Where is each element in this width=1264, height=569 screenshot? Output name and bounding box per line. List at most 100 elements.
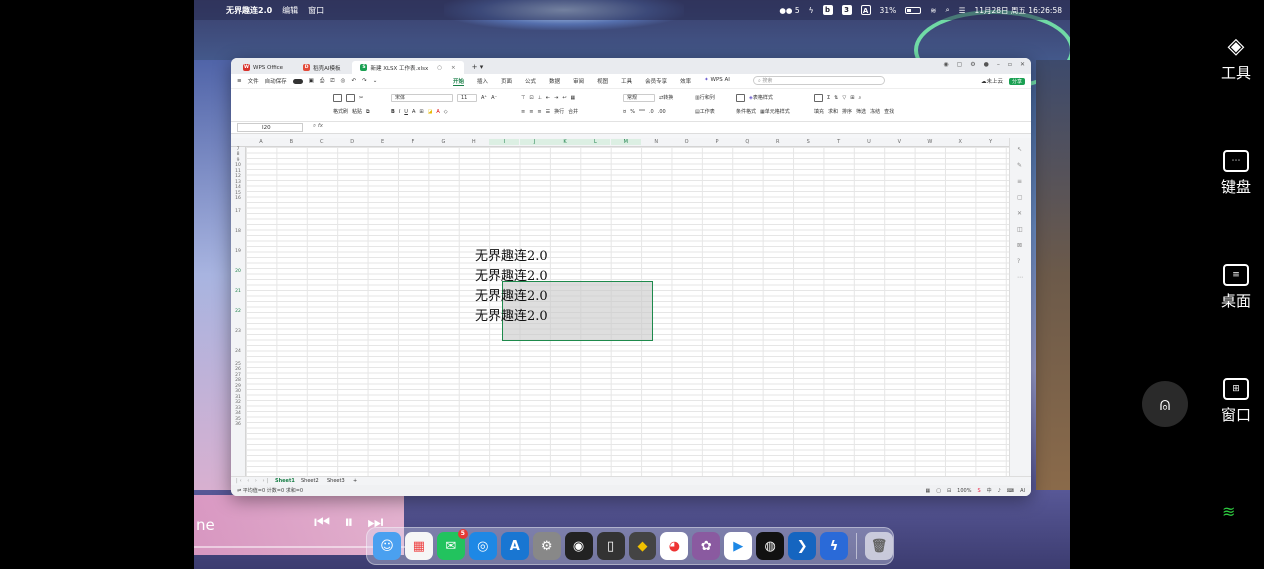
control-center-icon[interactable]: ☰ bbox=[959, 6, 966, 15]
find-button[interactable]: 查找 bbox=[884, 108, 894, 115]
freeze-icon[interactable]: ⊞ bbox=[850, 95, 854, 101]
worksheet-button[interactable]: ▤工作表 bbox=[695, 108, 715, 115]
freeze-button[interactable]: 冻结 bbox=[870, 108, 880, 115]
style-icon[interactable]: ✎ bbox=[1017, 162, 1022, 169]
wechat-status-icon[interactable]: ●● 5 bbox=[779, 6, 799, 15]
b-status-icon[interactable]: b bbox=[822, 5, 833, 15]
wujie-app-icon[interactable]: ϟ bbox=[820, 532, 849, 560]
column-header-s[interactable]: S bbox=[793, 139, 823, 145]
font-color-icon[interactable]: A bbox=[436, 109, 439, 115]
column-header-w[interactable]: W bbox=[915, 139, 945, 145]
tab-docer-ai[interactable]: D 稻壳AI模板 bbox=[295, 61, 348, 74]
find-icon[interactable]: ⌕ bbox=[858, 95, 861, 101]
column-header-l[interactable]: L bbox=[580, 139, 611, 145]
row-header-12[interactable]: 12 bbox=[231, 174, 245, 179]
filter-button[interactable]: 筛选 bbox=[856, 108, 866, 115]
column-header-d[interactable]: D bbox=[337, 139, 367, 145]
spotlight-icon[interactable]: ⌕ bbox=[946, 5, 950, 15]
align-left-icon[interactable]: ≡ bbox=[521, 109, 525, 115]
wrap-button[interactable]: 换行 bbox=[554, 108, 564, 115]
merge-button[interactable]: 合并 bbox=[568, 108, 578, 115]
menu-hamburger-icon[interactable]: ≡ bbox=[237, 78, 242, 84]
column-header-m[interactable]: M bbox=[610, 139, 641, 145]
row-header-31[interactable]: 31 bbox=[231, 395, 245, 400]
tab-page[interactable]: 页面 bbox=[501, 77, 512, 86]
bold-icon[interactable]: B bbox=[391, 109, 395, 115]
safari-icon[interactable]: ◎ bbox=[468, 532, 497, 560]
border-icon[interactable]: ⊞ bbox=[419, 109, 423, 115]
row-header-19[interactable]: 19 bbox=[231, 249, 245, 254]
new-tab-icon[interactable]: + ▾ bbox=[472, 63, 484, 71]
indent-increase-icon[interactable]: ⇥ bbox=[554, 95, 558, 101]
tab-review[interactable]: 审阅 bbox=[573, 77, 584, 86]
preview-icon[interactable]: ◎ bbox=[341, 78, 346, 84]
cell-area[interactable]: 无界趣连2.0 无界趣连2.0 无界趣连2.0 无界趣连2.0 bbox=[246, 147, 1009, 476]
menu-edit[interactable]: 编辑 bbox=[282, 5, 298, 16]
thousands-icon[interactable]: ⁰⁰⁰ bbox=[639, 109, 645, 115]
cell-h21[interactable]: 无界趣连2.0 bbox=[475, 305, 548, 324]
row-header-27[interactable]: 27 bbox=[231, 373, 245, 378]
feishu-icon[interactable]: ❯ bbox=[788, 532, 817, 560]
align-middle-icon[interactable]: ⊡ bbox=[529, 95, 533, 101]
number-format-select[interactable]: 常规 bbox=[623, 93, 655, 102]
row-header-35[interactable]: 35 bbox=[231, 417, 245, 422]
wrap-icon[interactable]: ↩ bbox=[562, 95, 566, 101]
help-icon[interactable]: ? bbox=[1017, 258, 1020, 265]
ai-status-icon[interactable]: AI bbox=[1020, 488, 1025, 494]
zoom-level[interactable]: 100% bbox=[957, 488, 971, 494]
input-method-icon[interactable]: A bbox=[860, 5, 871, 15]
row-header-26[interactable]: 26 bbox=[231, 367, 245, 372]
format-painter-icon[interactable] bbox=[333, 93, 342, 102]
row-header-20[interactable]: 20 bbox=[231, 269, 245, 274]
bolt-status-icon[interactable]: ϟ bbox=[809, 6, 814, 15]
add-sheet-icon[interactable]: + bbox=[353, 478, 357, 484]
wechat-icon[interactable]: ✉ 5 bbox=[436, 529, 468, 560]
align-top-icon[interactable]: ⊤ bbox=[521, 95, 525, 101]
iphone-mirror-icon[interactable]: ▯ bbox=[596, 532, 625, 560]
column-header-q[interactable]: Q bbox=[732, 139, 762, 145]
column-header-i[interactable]: I bbox=[489, 139, 520, 145]
sheet-tab-1[interactable]: Sheet1 bbox=[275, 478, 295, 484]
merge-icon[interactable]: ▦ bbox=[571, 95, 576, 101]
paste-icon[interactable] bbox=[346, 93, 355, 102]
game-icon[interactable]: ◆ bbox=[628, 532, 657, 560]
column-header-t[interactable]: T bbox=[824, 139, 854, 145]
tab-xlsx-file[interactable]: S 新建 XLSX 工作表.xlsx ○ × bbox=[352, 61, 464, 74]
redo-icon[interactable]: ↷ bbox=[362, 78, 367, 84]
column-header-k[interactable]: K bbox=[550, 139, 580, 145]
fill-icon[interactable] bbox=[814, 93, 823, 102]
tools-button[interactable]: ◈ 工具 bbox=[1216, 36, 1256, 83]
row-header-28[interactable]: 28 bbox=[231, 378, 245, 383]
sheet-tab-3[interactable]: Sheet3 bbox=[327, 478, 345, 484]
format-painter-button[interactable]: 格式刷 bbox=[333, 108, 348, 115]
row-header-21[interactable]: 21 bbox=[231, 289, 245, 294]
strikethrough-icon[interactable]: A̶ bbox=[412, 109, 415, 115]
row-header-36[interactable]: 36 bbox=[231, 422, 245, 427]
distribute-icon[interactable]: ☰ bbox=[546, 109, 550, 115]
align-bottom-icon[interactable]: ⊥ bbox=[538, 95, 542, 101]
column-header-y[interactable]: Y bbox=[976, 139, 1006, 145]
appstore-icon[interactable]: A bbox=[500, 532, 529, 560]
play-icon[interactable]: ▶ bbox=[724, 532, 753, 560]
datetime[interactable]: 11月28日 周五 16:26:58 bbox=[974, 5, 1062, 16]
menu-app-name[interactable]: 无界趣连2.0 bbox=[226, 5, 272, 16]
more-icon[interactable]: ⋯ bbox=[1017, 274, 1023, 281]
column-header-h[interactable]: H bbox=[459, 139, 489, 145]
keyboard-icon[interactable]: ⌨ bbox=[1007, 488, 1014, 494]
convert-button[interactable]: ⇄转换 bbox=[659, 94, 673, 101]
paste-button[interactable]: 粘贴 bbox=[352, 108, 362, 115]
clear-format-icon[interactable]: ◇ bbox=[444, 109, 448, 115]
sogou-icon[interactable]: S bbox=[977, 488, 980, 494]
row-header-33[interactable]: 33 bbox=[231, 406, 245, 411]
trash-icon[interactable]: 🗑 bbox=[865, 532, 893, 560]
decimal-inc-icon[interactable]: .0 bbox=[649, 109, 654, 115]
autosave-toggle[interactable] bbox=[292, 78, 303, 84]
tab-efficiency[interactable]: 效率 bbox=[680, 77, 691, 86]
row-header-10[interactable]: 10 bbox=[231, 163, 245, 168]
column-header-n[interactable]: N bbox=[641, 139, 671, 145]
row-header-8[interactable]: 8 bbox=[231, 152, 245, 157]
fill-color-icon[interactable]: ◪ bbox=[428, 109, 433, 115]
decimal-dec-icon[interactable]: .00 bbox=[658, 109, 666, 115]
menu-window[interactable]: 窗口 bbox=[308, 5, 324, 16]
close-window-icon[interactable]: ✕ bbox=[1020, 61, 1025, 68]
